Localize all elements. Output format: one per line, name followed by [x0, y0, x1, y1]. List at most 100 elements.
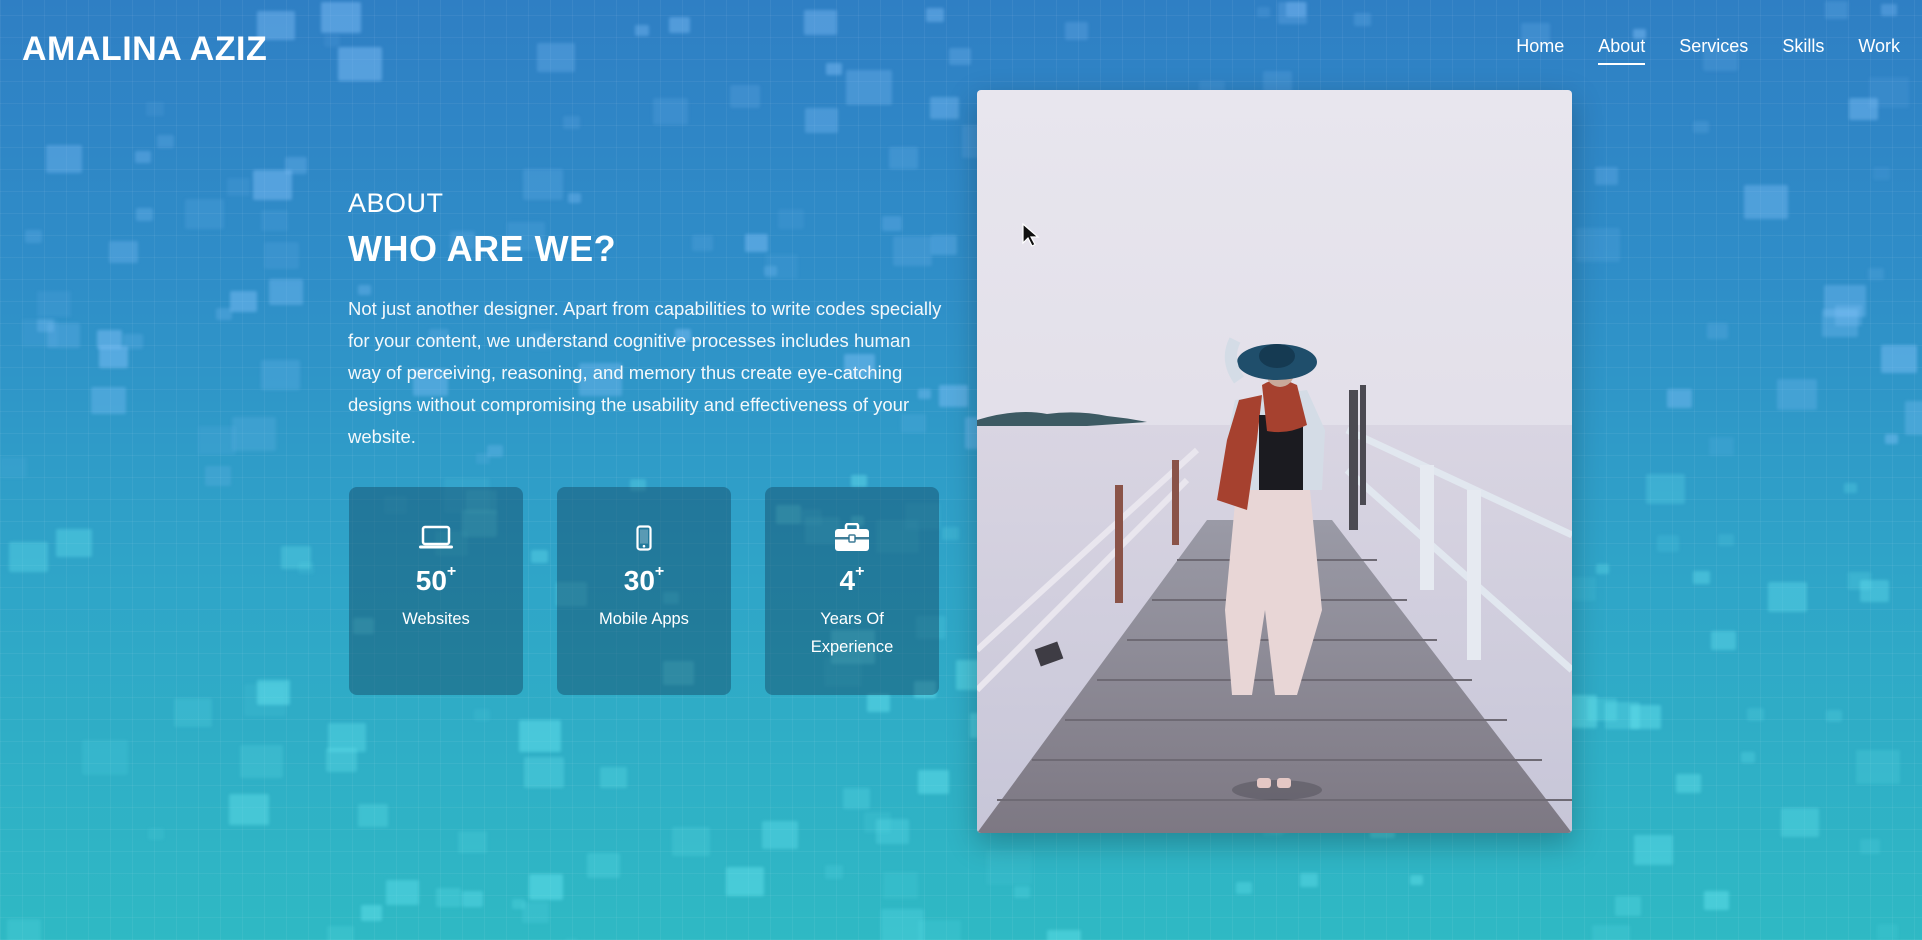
background-pixel — [1693, 571, 1710, 584]
background-pixel — [298, 562, 314, 574]
background-pixel — [1860, 839, 1880, 854]
background-pixel — [47, 323, 80, 348]
background-pixel — [851, 475, 867, 487]
background-pixel — [240, 745, 283, 778]
background-pixel — [1707, 323, 1728, 339]
background-pixel — [46, 145, 83, 173]
background-pixel — [804, 10, 837, 35]
background-pixel — [229, 794, 270, 825]
background-pixel — [1410, 875, 1423, 885]
background-pixel — [328, 723, 366, 752]
background-pixel — [1592, 925, 1630, 940]
background-pixel — [882, 216, 902, 231]
background-pixel — [261, 360, 300, 390]
background-pixel — [672, 827, 710, 856]
background-pixel — [745, 234, 769, 252]
background-pixel — [281, 546, 311, 569]
nav-item-skills[interactable]: Skills — [1782, 36, 1824, 65]
background-pixel — [1873, 167, 1890, 180]
background-pixel — [876, 819, 909, 844]
stat-value: 4+ — [839, 563, 865, 596]
background-pixel — [1825, 1, 1849, 19]
background-pixel — [99, 346, 128, 368]
background-pixel — [805, 108, 838, 133]
background-pixel — [257, 680, 290, 705]
background-pixel — [1646, 474, 1685, 504]
background-pixel — [1354, 13, 1371, 26]
background-pixel — [1869, 77, 1910, 108]
background-pixel — [523, 169, 564, 200]
background-pixel — [1868, 268, 1884, 280]
background-pixel — [1596, 564, 1609, 574]
background-pixel — [1777, 379, 1818, 410]
background-pixel — [1065, 22, 1089, 40]
background-pixel — [889, 147, 918, 169]
background-pixel — [135, 151, 151, 163]
nav-item-about[interactable]: About — [1598, 36, 1646, 65]
stat-label: Years Of Experience — [810, 610, 894, 656]
background-pixel — [1885, 434, 1898, 444]
background-pixel — [669, 17, 690, 33]
background-pixel — [1657, 535, 1680, 552]
background-pixel — [826, 63, 842, 75]
nav-item-work[interactable]: Work — [1858, 36, 1900, 65]
background-pixel — [1849, 98, 1878, 120]
background-pixel — [123, 334, 143, 349]
background-pixel — [205, 466, 231, 486]
background-pixel — [764, 266, 777, 276]
background-pixel — [864, 812, 892, 833]
background-pixel — [216, 308, 232, 320]
background-pixel — [1693, 121, 1709, 133]
background-pixel — [198, 426, 236, 455]
stat-card-websites: 50+ Websites — [349, 487, 523, 695]
background-pixel — [9, 542, 48, 572]
background-pixel — [692, 235, 713, 251]
background-pixel — [1605, 702, 1641, 729]
background-pixel — [778, 209, 804, 229]
background-pixel — [244, 684, 286, 716]
nav-item-services[interactable]: Services — [1679, 36, 1748, 65]
background-pixel — [1835, 305, 1863, 326]
background-pixel — [321, 2, 362, 33]
background-pixel — [867, 694, 891, 712]
background-pixel — [1630, 705, 1662, 729]
stats-row: 50+ Websites 30+ Mobile Apps 4+ Years Of… — [349, 487, 939, 695]
background-pixel — [1881, 345, 1918, 373]
background-pixel — [537, 43, 575, 72]
nav-item-home[interactable]: Home — [1516, 36, 1564, 65]
background-pixels — [0, 0, 1922, 940]
background-pixel — [926, 8, 945, 22]
background-pixel — [846, 70, 892, 105]
background-pixel — [261, 210, 289, 231]
background-pixel — [227, 178, 251, 196]
background-pixel — [361, 905, 382, 921]
background-pixel — [37, 291, 71, 317]
background-pixel — [1634, 835, 1673, 865]
profile-photo — [977, 90, 1572, 833]
stat-card-experience: 4+ Years Of Experience — [765, 487, 939, 695]
background-pixel — [522, 902, 550, 923]
background-pixel — [1595, 167, 1619, 185]
background-pixel — [1856, 750, 1901, 784]
site-logo[interactable]: AMALINA AZIZ — [22, 30, 267, 69]
mouse-cursor-icon — [1021, 222, 1041, 253]
background-pixel — [269, 279, 303, 305]
background-pixel — [253, 170, 292, 200]
stat-card-mobile-apps: 30+ Mobile Apps — [557, 487, 731, 695]
background-pixel — [1781, 808, 1819, 837]
background-pixel — [529, 874, 563, 900]
background-pixel — [1905, 401, 1922, 435]
background-pixel — [358, 804, 388, 827]
background-pixel — [939, 385, 968, 407]
background-pixel — [635, 25, 650, 36]
background-pixel — [174, 698, 212, 727]
background-pixel — [146, 102, 165, 116]
background-pixel — [1576, 228, 1621, 262]
background-pixel — [1744, 185, 1789, 219]
background-pixel — [512, 899, 525, 909]
background-pixel — [97, 330, 122, 349]
background-pixel — [1881, 4, 1897, 16]
background-pixel — [1844, 483, 1857, 493]
background-pixel — [157, 135, 174, 148]
background-pixel — [1286, 2, 1306, 17]
